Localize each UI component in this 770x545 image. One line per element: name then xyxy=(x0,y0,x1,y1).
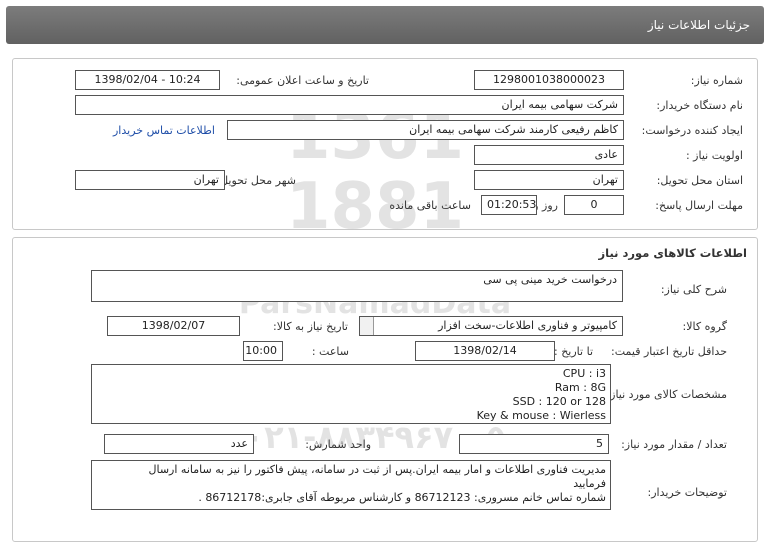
goods-section-title: اطلاعات کالاهای مورد نیاز xyxy=(598,246,747,260)
goods-group-select[interactable]: کامپیوتر و فناوری اطلاعات-سخت افزار xyxy=(359,316,623,336)
validity-time-field[interactable]: 10:00 xyxy=(243,341,283,361)
buyer-org-label: نام دستگاه خریدار: xyxy=(656,99,743,112)
description-field[interactable]: درخواست خرید مینی پی سی xyxy=(91,270,623,302)
goods-info-panel: اطلاعات کالاهای مورد نیاز شرح کلی نیاز: … xyxy=(12,237,758,542)
need-info-panel: شماره نیاز: 1298001038000023 تاریخ و ساع… xyxy=(12,58,758,230)
spec-line: SSD : 120 or 128 xyxy=(512,395,606,408)
buyer-note-line: فرمایید xyxy=(573,477,606,490)
province-label: استان محل تحویل: xyxy=(656,174,743,187)
description-label: شرح کلی نیاز: xyxy=(660,283,727,296)
need-date-label: تاریخ نیاز به کالا: xyxy=(273,320,348,333)
page-title: جزئیات اطلاعات نیاز xyxy=(647,18,750,32)
deadline-time-field[interactable]: 01:20:53 xyxy=(481,195,537,215)
buyer-contact-link[interactable]: اطلاعات تماس خریدار xyxy=(113,123,215,139)
priority-field[interactable]: عادی xyxy=(474,145,624,165)
requester-label: ایجاد کننده درخواست: xyxy=(641,124,743,137)
dropdown-arrow-icon xyxy=(360,317,374,335)
time-unit-label: ساعت باقی مانده xyxy=(389,199,471,212)
deadline-days-field[interactable]: 0 xyxy=(564,195,624,215)
price-validity-label: حداقل تاریخ اعتبار قیمت: xyxy=(611,345,727,358)
buyer-notes-label: توضیحات خریدار: xyxy=(647,486,728,499)
announce-field[interactable]: 1398/02/04 - 10:24 xyxy=(75,70,220,90)
goods-group-value: کامپیوتر و فناوری اطلاعات-سخت افزار xyxy=(438,319,617,332)
buyer-notes-field[interactable]: مدیریت فناوری اطلاعات و امار بیمه ایران.… xyxy=(91,460,611,510)
spec-line: Key & mouse : Wierless xyxy=(476,409,606,422)
priority-label: اولویت نیاز : xyxy=(685,149,743,162)
requester-field[interactable]: کاظم رفیعی کارمند شرکت سهامی بیمه ایران xyxy=(227,120,624,140)
quantity-label: تعداد / مقدار مورد نیاز: xyxy=(621,438,727,451)
quantity-field[interactable]: 5 xyxy=(459,434,609,454)
page-header: جزئیات اطلاعات نیاز xyxy=(6,6,764,44)
need-date-field[interactable]: 1398/02/07 xyxy=(107,316,240,336)
validity-date-field[interactable]: 1398/02/14 xyxy=(415,341,555,361)
buyer-note-line: شماره تماس خانم مسروری: 86712123 و کارشن… xyxy=(198,491,606,504)
until-date-label: تا تاریخ : xyxy=(554,345,593,358)
announce-label: تاریخ و ساعت اعلان عمومی: xyxy=(236,74,369,87)
spec-line: Ram : 8G xyxy=(554,381,606,394)
province-field[interactable]: تهران xyxy=(474,170,624,190)
buyer-org-field[interactable]: شرکت سهامی بیمه ایران xyxy=(75,95,624,115)
specs-field[interactable]: CPU : i3 Ram : 8G SSD : 120 or 128 Key &… xyxy=(91,364,611,424)
spec-line: CPU : i3 xyxy=(562,367,606,380)
need-number-label: شماره نیاز: xyxy=(690,74,743,87)
need-number-field[interactable]: 1298001038000023 xyxy=(474,70,624,90)
city-field[interactable]: تهران xyxy=(75,170,225,190)
goods-group-label: گروه کالا: xyxy=(682,320,727,333)
specs-label: مشخصات کالای مورد نیاز: xyxy=(606,388,727,401)
buyer-note-line: مدیریت فناوری اطلاعات و امار بیمه ایران.… xyxy=(148,463,607,476)
unit-label: واحد شمارش: xyxy=(305,438,371,451)
validity-hour-label: ساعت : xyxy=(311,345,349,358)
deadline-label: مهلت ارسال پاسخ: xyxy=(655,199,743,212)
unit-field[interactable]: عدد xyxy=(104,434,254,454)
city-label: شهر محل تحویل: xyxy=(216,174,296,187)
